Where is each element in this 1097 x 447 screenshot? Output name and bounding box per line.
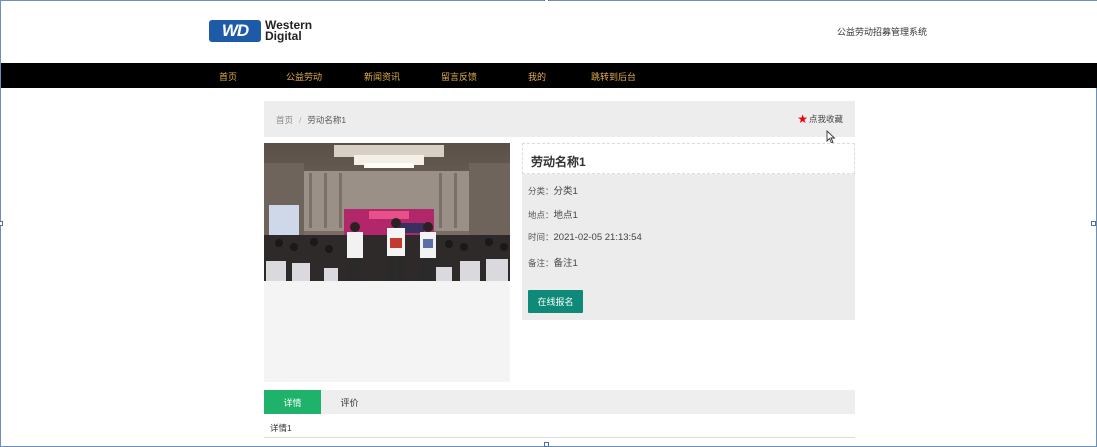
site-header: WD Western Digital 公益劳动招募管理系统 <box>1 1 1097 63</box>
image-panel <box>264 143 510 382</box>
resize-handle-bottom[interactable] <box>544 442 549 447</box>
nav-item-news[interactable]: 新闻资讯 <box>364 70 400 83</box>
activity-info-panel: 劳动名称1 分类：分类1 地点：地点1 时间：2021-02-05 21:13:… <box>522 143 855 320</box>
favorite-button[interactable]: ★ 点我收藏 <box>797 113 843 125</box>
breadcrumb: 首页 / 劳动名称1 <box>276 114 346 126</box>
mouse-cursor-icon <box>826 130 836 144</box>
logo-text: Western Digital <box>265 19 312 43</box>
remark-label: 备注： <box>528 258 554 268</box>
nav-item-admin[interactable]: 跳转到后台 <box>591 70 636 83</box>
detail-tabs: 详情 评价 <box>264 390 855 414</box>
location-label: 地点： <box>528 210 554 220</box>
category-label: 分类： <box>528 186 554 196</box>
time-row: 时间：2021-02-05 21:13:54 <box>528 231 642 243</box>
logo-line2: Digital <box>265 29 302 43</box>
site-logo[interactable]: WD Western Digital <box>209 19 312 43</box>
nav-item-home[interactable]: 首页 <box>219 70 237 83</box>
activity-title: 劳动名称1 <box>531 155 586 169</box>
location-value: 地点1 <box>553 210 578 221</box>
nav-item-mine[interactable]: 我的 <box>528 70 546 83</box>
breadcrumb-bar: 首页 / 劳动名称1 ★ 点我收藏 <box>264 101 855 137</box>
tab-content-text: 详情1 <box>270 423 292 433</box>
resize-handle-right[interactable] <box>1091 221 1096 226</box>
logo-badge: WD <box>209 20 261 42</box>
nav-item-labor[interactable]: 公益劳动 <box>286 70 322 83</box>
category-row: 分类：分类1 <box>528 183 578 197</box>
resize-handle-left[interactable] <box>0 221 3 226</box>
breadcrumb-current: 劳动名称1 <box>307 115 347 125</box>
remark-row: 备注：备注1 <box>528 255 578 269</box>
time-value: 2021-02-05 21:13:54 <box>553 232 642 243</box>
breadcrumb-separator: / <box>299 115 302 125</box>
nav-item-feedback[interactable]: 留言反馈 <box>441 70 477 83</box>
tab-content: 详情1 <box>264 414 855 438</box>
favorite-label: 点我收藏 <box>808 114 843 124</box>
breadcrumb-home[interactable]: 首页 <box>276 115 293 125</box>
signup-button[interactable]: 在线报名 <box>528 290 583 313</box>
remark-value: 备注1 <box>553 258 578 269</box>
main-navbar: 首页 公益劳动 新闻资讯 留言反馈 我的 跳转到后台 <box>1 63 1097 88</box>
category-value: 分类1 <box>553 186 578 197</box>
tab-details[interactable]: 详情 <box>264 390 321 414</box>
activity-title-box: 劳动名称1 <box>522 143 855 174</box>
site-title: 公益劳动招募管理系统 <box>837 27 928 37</box>
star-icon: ★ <box>797 112 808 126</box>
time-label: 时间： <box>528 232 554 242</box>
location-row: 地点：地点1 <box>528 207 578 221</box>
activity-photo <box>264 143 510 281</box>
tab-reviews[interactable]: 评价 <box>321 390 378 414</box>
